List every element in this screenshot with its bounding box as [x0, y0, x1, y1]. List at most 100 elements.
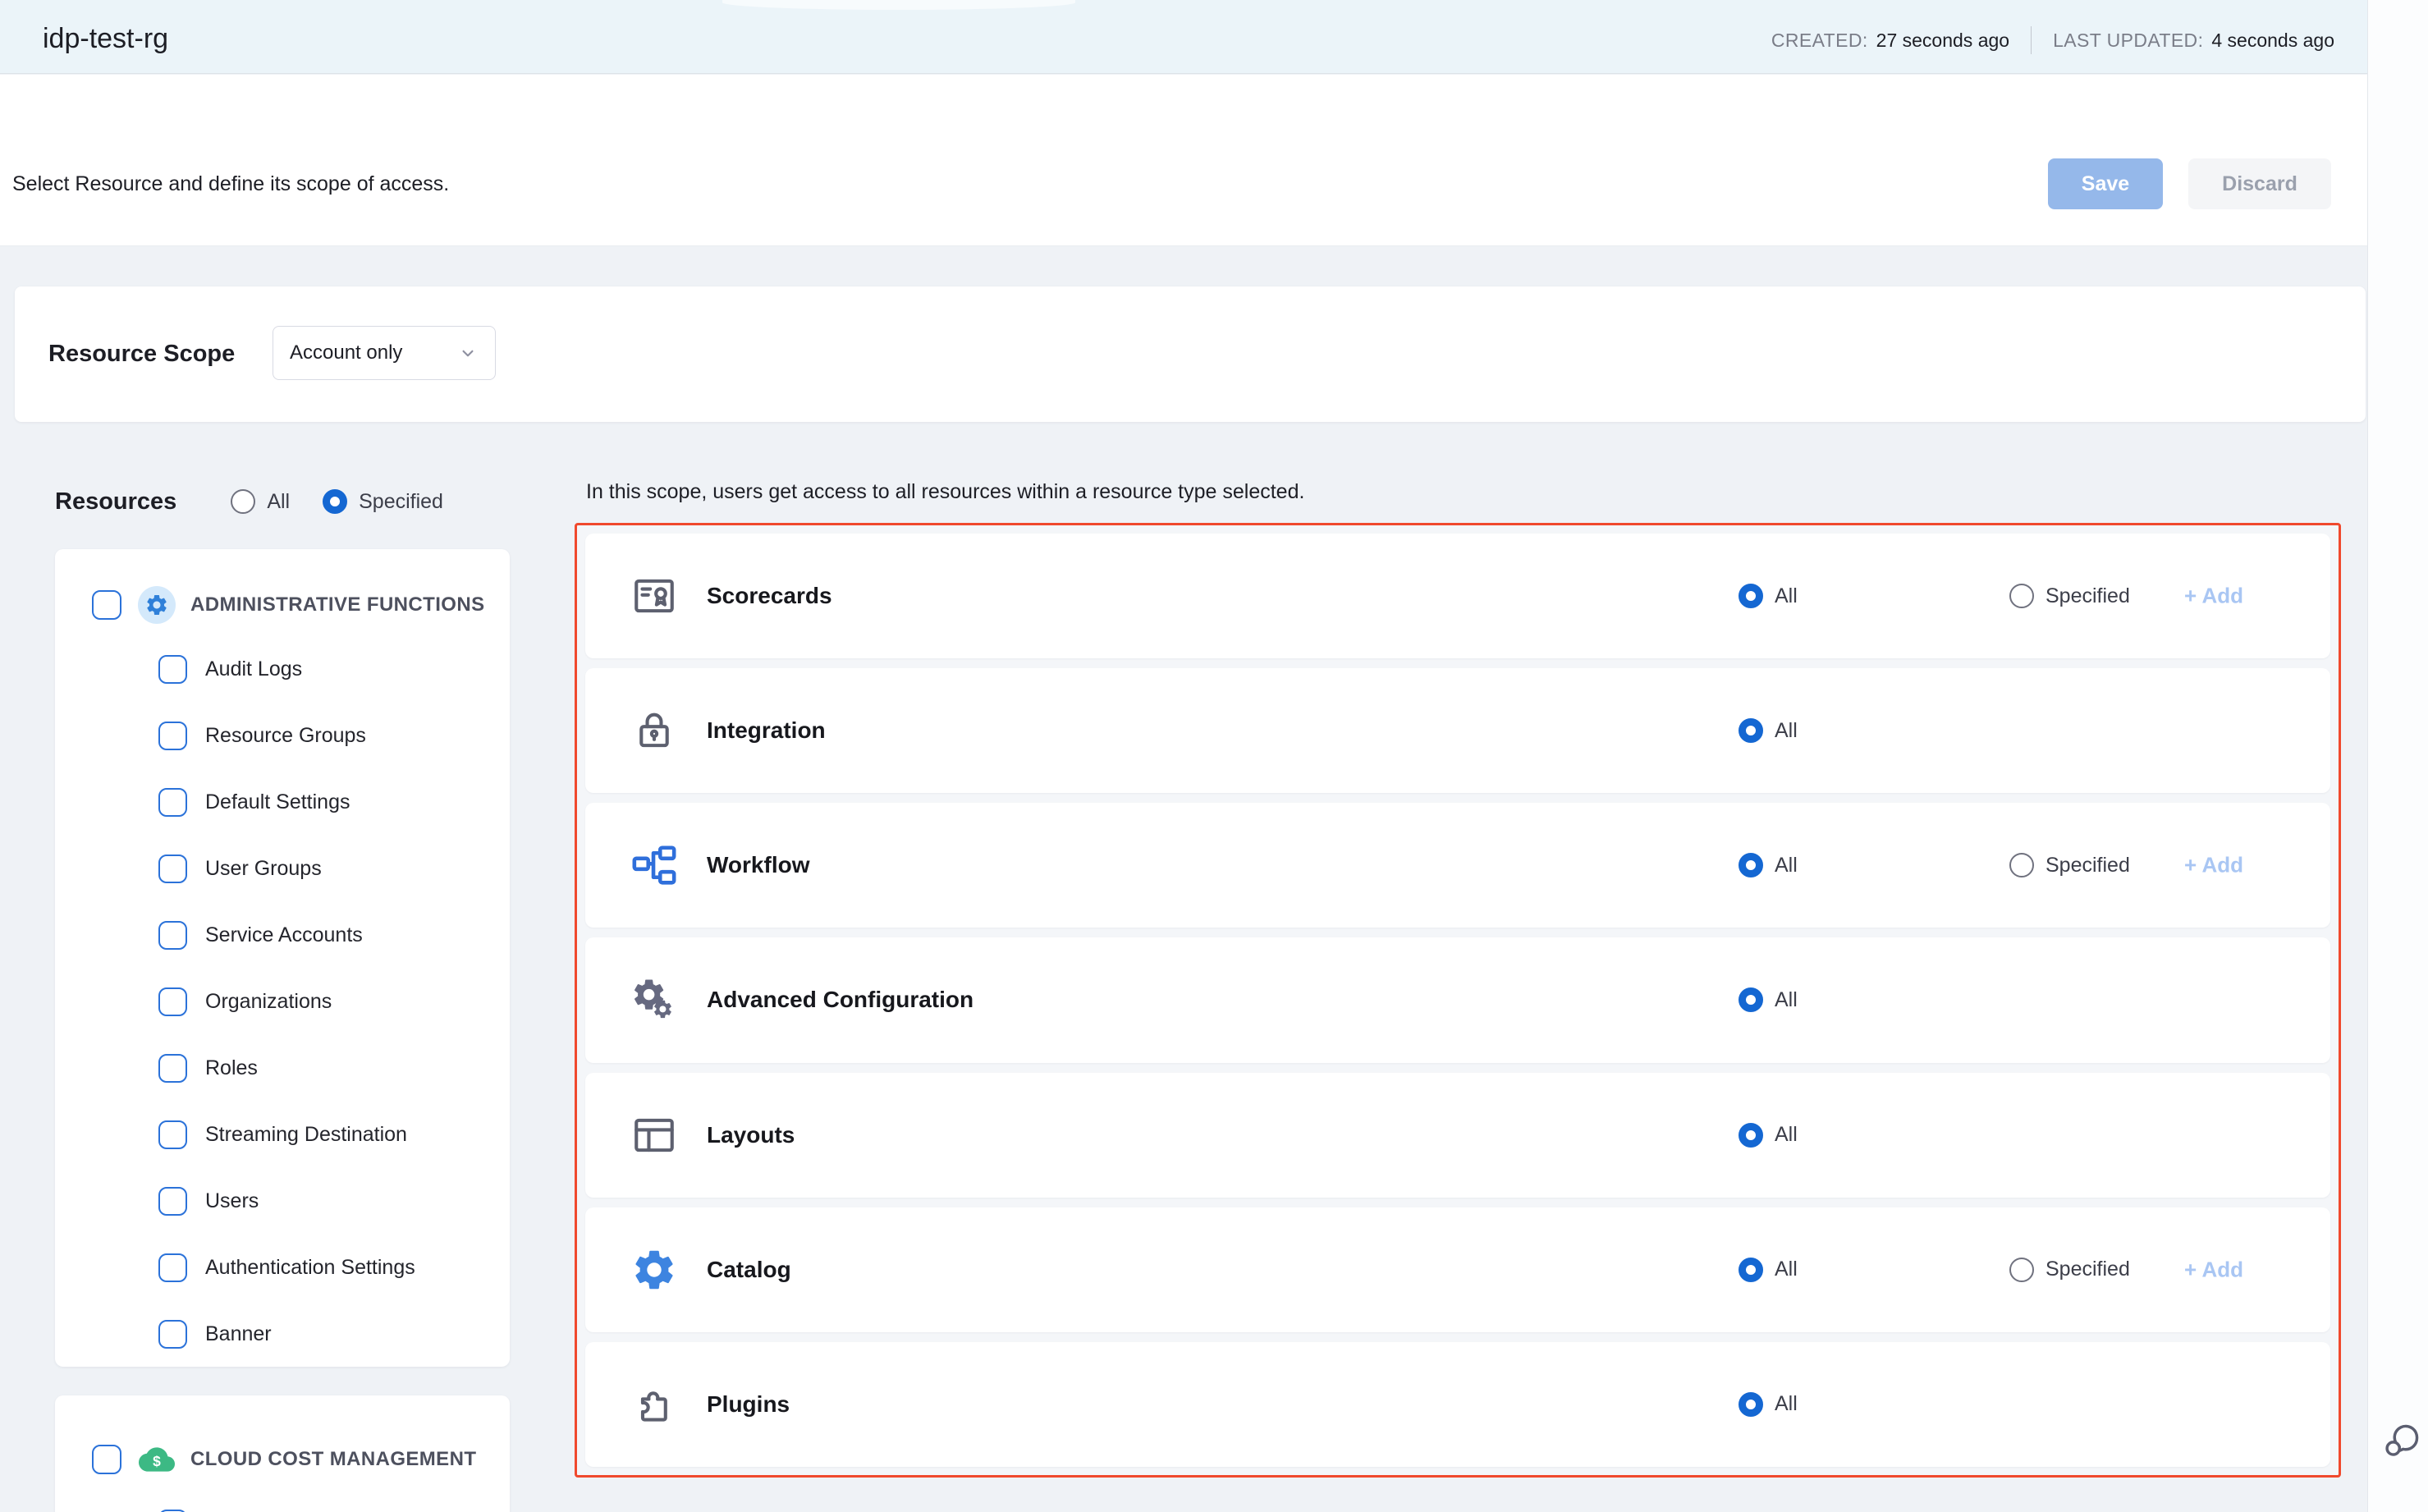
row-all-label[interactable]: All [1775, 988, 1798, 1012]
resource-item-row[interactable]: Streaming Destination [55, 1102, 510, 1168]
row-all-option: All [1739, 1258, 1798, 1282]
last-updated-label: LAST UPDATED: [2053, 30, 2203, 52]
row-all-option: All [1739, 1123, 1798, 1148]
resource-type-row: Catalog All Specified + Add [585, 1207, 2330, 1332]
resource-item-row[interactable]: User Groups [55, 836, 510, 902]
item-checkbox[interactable] [158, 655, 187, 684]
row-add-link[interactable]: + Add [2184, 853, 2243, 878]
row-specified-radio[interactable] [2009, 584, 2034, 608]
row-all-label[interactable]: All [1775, 1258, 1798, 1281]
resource-type-row: Advanced Configuration All [585, 937, 2330, 1062]
timestamp-divider [2031, 26, 2032, 54]
row-all-radio[interactable] [1739, 718, 1763, 743]
resource-item-row[interactable]: Resource Groups [55, 703, 510, 769]
resource-type-row: Layouts All [585, 1073, 2330, 1198]
cloud-cost-dollar-icon: $ [138, 1441, 176, 1478]
item-label: Service Accounts [205, 923, 363, 947]
resources-specified-radio[interactable] [323, 489, 347, 514]
save-button[interactable]: Save [2048, 158, 2163, 209]
resource-scope-card: Resource Scope Account only [15, 286, 2366, 422]
row-add-link[interactable]: + Add [2184, 584, 2243, 609]
group-checkbox[interactable] [92, 1445, 121, 1474]
resource-type-label: Workflow [707, 852, 809, 878]
row-specified-label[interactable]: Specified [2045, 584, 2130, 608]
item-label: Roles [205, 1056, 258, 1080]
item-checkbox[interactable] [158, 855, 187, 883]
row-all-radio[interactable] [1739, 1392, 1763, 1417]
item-label: Organizations [205, 990, 332, 1014]
resource-item-row[interactable]: Service Accounts [55, 902, 510, 969]
resources-group-card-administrative-functions: ADMINISTRATIVE FUNCTIONS Audit Logs Reso… [55, 549, 510, 1367]
row-specified-option: Specified [2009, 1258, 2130, 1282]
resource-item-row[interactable]: Authentication Settings [55, 1235, 510, 1301]
resource-item-row[interactable]: Roles [55, 1035, 510, 1102]
resource-type-row: Integration All [585, 668, 2330, 793]
item-checkbox[interactable] [158, 788, 187, 817]
row-specified-label[interactable]: Specified [2045, 854, 2130, 877]
resource-item-row[interactable]: Organizations [55, 969, 510, 1035]
resource-item-row[interactable]: Audit Logs [55, 636, 510, 703]
resource-type-row: Plugins All [585, 1342, 2330, 1467]
resource-type-label: Advanced Configuration [707, 987, 973, 1013]
item-checkbox[interactable] [158, 1253, 187, 1282]
item-checkbox[interactable] [158, 1320, 187, 1349]
header-arc-decoration [722, 0, 1075, 10]
row-all-radio[interactable] [1739, 1258, 1763, 1282]
group-checkbox[interactable] [92, 590, 121, 620]
item-checkbox[interactable] [158, 987, 187, 1016]
action-toolbar: Select Resource and define its scope of … [0, 75, 2367, 246]
item-checkbox[interactable] [158, 1054, 187, 1083]
resource-group-header[interactable]: ADMINISTRATIVE FUNCTIONS [55, 574, 510, 636]
row-all-radio[interactable] [1739, 584, 1763, 608]
resources-specified-label[interactable]: Specified [359, 490, 443, 514]
resource-group-header[interactable]: $ CLOUD COST MANAGEMENT [55, 1428, 510, 1491]
gear-blue-icon [630, 1246, 678, 1294]
row-all-option: All [1739, 584, 1798, 608]
row-all-label[interactable]: All [1775, 719, 1798, 743]
row-all-option: All [1739, 853, 1798, 877]
row-add-link[interactable]: + Add [2184, 1257, 2243, 1282]
row-all-radio[interactable] [1739, 853, 1763, 877]
row-all-radio[interactable] [1739, 1123, 1763, 1148]
resource-item-row[interactable]: Default Settings [55, 769, 510, 836]
resource-item-row[interactable]: Recommendations [55, 1491, 510, 1512]
item-label: Default Settings [205, 790, 350, 814]
resource-item-row[interactable]: Users [55, 1168, 510, 1235]
row-all-radio[interactable] [1739, 987, 1763, 1012]
resource-group-page: idp-test-rg CREATED: 27 seconds ago LAST… [0, 0, 2428, 1512]
group-label: CLOUD COST MANAGEMENT [190, 1448, 476, 1471]
row-specified-label[interactable]: Specified [2045, 1258, 2130, 1281]
page-title: idp-test-rg [43, 23, 168, 55]
item-label: Streaming Destination [205, 1123, 407, 1147]
row-all-label[interactable]: All [1775, 854, 1798, 877]
gears-icon [630, 976, 678, 1024]
item-checkbox[interactable] [158, 921, 187, 950]
chat-help-icon[interactable] [2380, 1420, 2422, 1463]
item-checkbox[interactable] [158, 1120, 187, 1149]
discard-button[interactable]: Discard [2188, 158, 2331, 209]
row-all-option: All [1739, 718, 1798, 743]
resource-type-label: Layouts [707, 1122, 795, 1148]
group-label: ADMINISTRATIVE FUNCTIONS [190, 593, 484, 616]
resource-scope-dropdown[interactable]: Account only [273, 326, 496, 380]
row-all-label[interactable]: All [1775, 1392, 1798, 1416]
row-specified-radio[interactable] [2009, 853, 2034, 877]
administrative-functions-gear-icon [138, 586, 176, 624]
row-specified-option: Specified [2009, 853, 2130, 877]
resources-header: Resources All Specified [55, 483, 515, 520]
resources-all-radio[interactable] [231, 489, 255, 514]
resource-type-row: Scorecards All Specified + Add [585, 534, 2330, 658]
item-checkbox[interactable] [158, 722, 187, 750]
resource-type-row: Workflow All Specified + Add [585, 803, 2330, 928]
row-specified-radio[interactable] [2009, 1258, 2034, 1282]
scope-note: In this scope, users get access to all r… [586, 480, 1304, 504]
last-updated-value: 4 seconds ago [2211, 30, 2334, 52]
resource-type-label: Catalog [707, 1257, 791, 1283]
item-label: Authentication Settings [205, 1256, 415, 1280]
row-all-label[interactable]: All [1775, 584, 1798, 608]
resource-item-row[interactable]: Banner [55, 1301, 510, 1367]
resources-all-label[interactable]: All [267, 490, 290, 514]
row-all-label[interactable]: All [1775, 1123, 1798, 1147]
row-all-option: All [1739, 987, 1798, 1012]
item-checkbox[interactable] [158, 1187, 187, 1216]
